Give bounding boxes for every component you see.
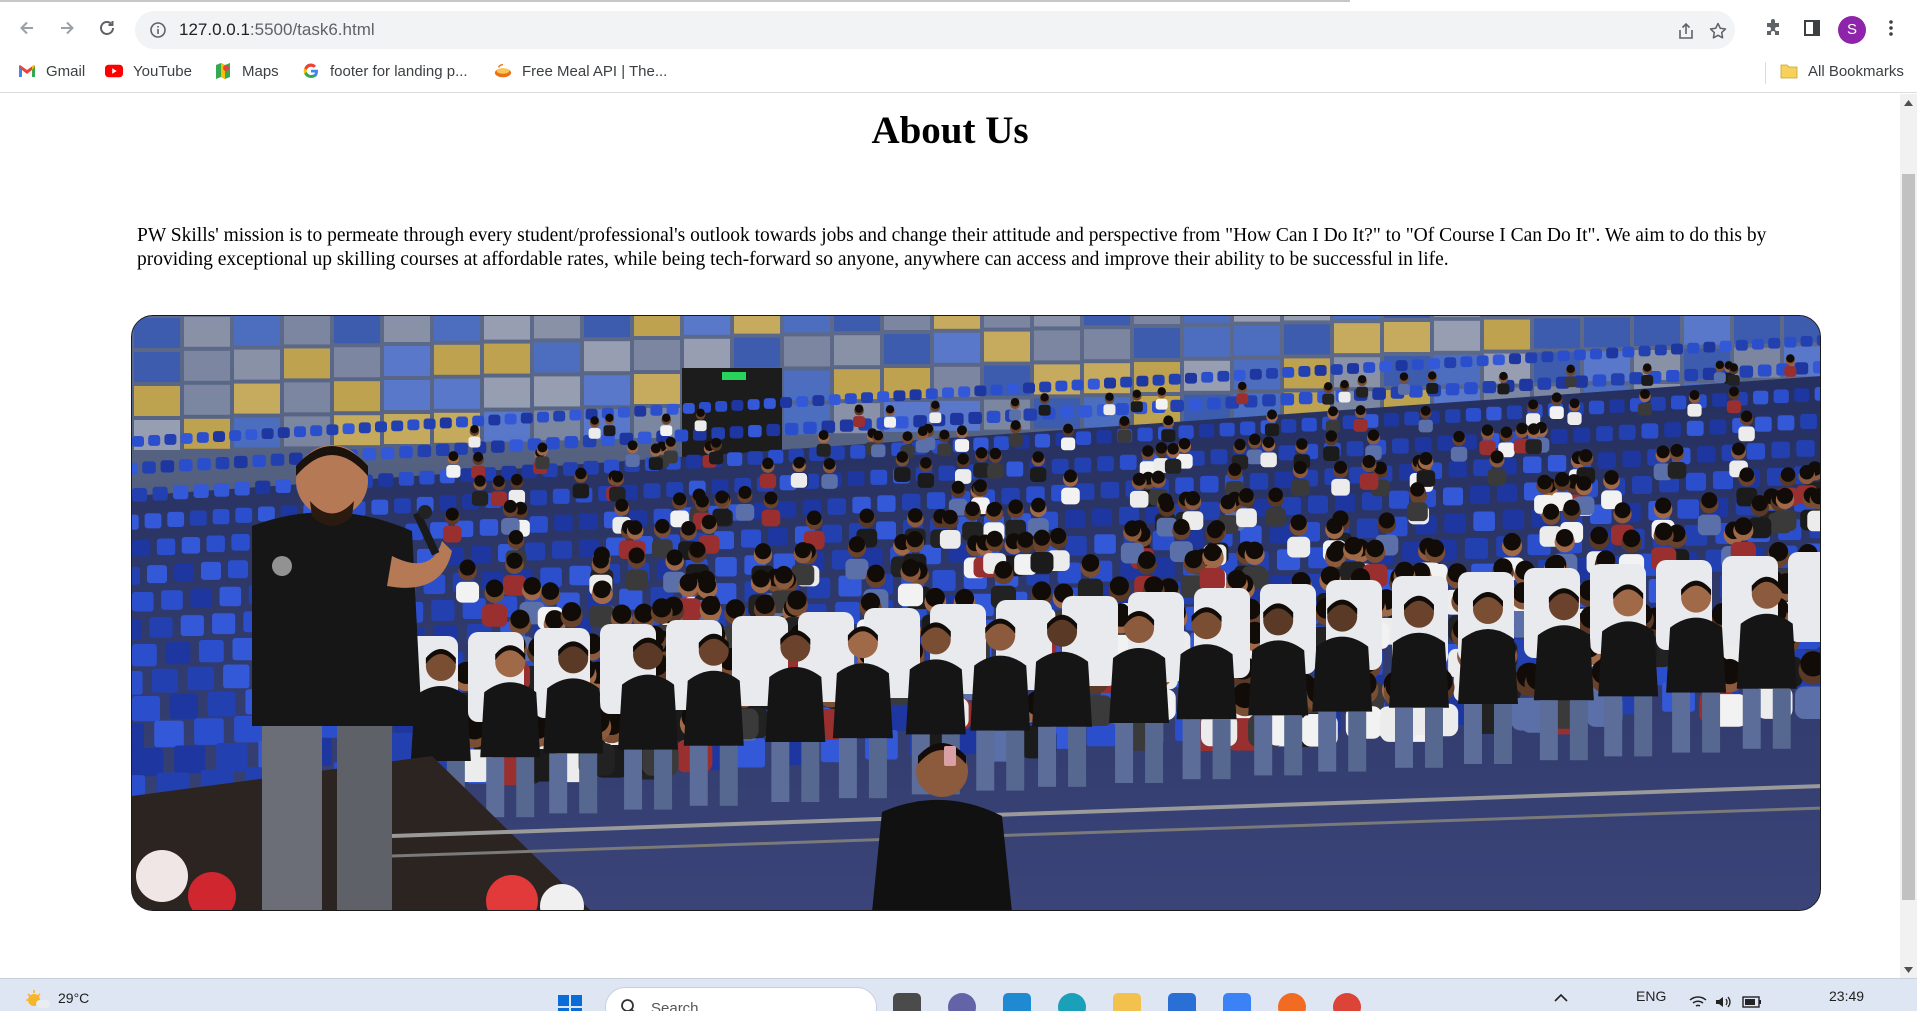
forward-button[interactable] <box>52 13 82 43</box>
scroll-thumb[interactable] <box>1902 174 1915 900</box>
all-bookmarks-button[interactable]: All Bookmarks <box>1780 59 1904 83</box>
teams-icon[interactable] <box>948 993 976 1011</box>
windows-start-icon[interactable] <box>556 993 584 1011</box>
file-explorer-icon[interactable] <box>1113 993 1141 1011</box>
bookmark-footer[interactable]: footer for landing p... <box>302 59 468 83</box>
wifi-icon[interactable] <box>1688 995 1708 1009</box>
vscode-icon[interactable] <box>1003 993 1031 1011</box>
url-host: 127.0.0.1 <box>179 20 250 39</box>
clock-time[interactable]: 23:49 <box>1829 988 1864 1004</box>
loading-bar <box>0 0 1350 2</box>
profile-avatar[interactable]: S <box>1838 16 1866 44</box>
auditorium-photo <box>132 316 1820 910</box>
back-button[interactable] <box>12 13 42 43</box>
chevron-up-icon[interactable] <box>1553 993 1569 1003</box>
arrow-left-icon <box>20 21 33 35</box>
url-text[interactable]: 127.0.0.1:5500/task6.html <box>179 11 375 49</box>
gmail-icon <box>18 62 36 80</box>
chrome-icon[interactable] <box>1333 993 1361 1011</box>
scroll-up-button[interactable] <box>1900 94 1917 111</box>
share-icon[interactable] <box>1675 20 1697 42</box>
reload-icon <box>100 21 114 35</box>
bookmark-youtube[interactable]: YouTube <box>105 59 192 83</box>
maps-icon <box>214 62 232 80</box>
arrow-right-icon <box>61 21 74 35</box>
youtube-icon <box>105 62 123 80</box>
scroll-down-button[interactable] <box>1900 961 1917 978</box>
search-placeholder: Search <box>651 1000 699 1011</box>
meal-icon <box>494 62 512 80</box>
browser-toolbar: 127.0.0.1:5500/task6.html S <box>0 4 1917 50</box>
triangle-down-icon <box>1904 966 1913 973</box>
vertical-scrollbar[interactable] <box>1900 94 1917 978</box>
task-view-icon[interactable] <box>893 993 921 1011</box>
bookmark-gmail[interactable]: Gmail <box>18 59 85 83</box>
bookmark-label: Maps <box>242 62 279 80</box>
bookmark-label: footer for landing p... <box>330 62 468 80</box>
microsoft-store-icon[interactable] <box>1168 993 1196 1011</box>
weather-sun-icon <box>26 990 50 1008</box>
bookmark-label: Gmail <box>46 62 86 80</box>
bookmark-label: Free Meal API | The... <box>522 62 668 80</box>
google-icon <box>302 62 320 80</box>
site-info-icon[interactable] <box>149 21 167 39</box>
browser-chrome: 127.0.0.1:5500/task6.html S Gmail YouTub… <box>0 0 1917 93</box>
search-icon <box>621 999 635 1011</box>
temperature-text: 29°C <box>58 990 90 1006</box>
language-indicator[interactable]: ENG <box>1636 988 1666 1004</box>
bookmarks-bar: Gmail YouTube Maps footer for landing p.… <box>0 54 1917 88</box>
exit-sign <box>722 372 746 380</box>
folder-icon <box>1780 62 1798 80</box>
edge-icon[interactable] <box>1058 993 1086 1011</box>
bookmark-star-icon[interactable] <box>1707 20 1729 42</box>
tab-strip <box>0 0 1917 2</box>
bookmarks-separator <box>1765 62 1766 84</box>
side-panel-icon[interactable] <box>1798 14 1826 42</box>
bookmark-free-meal-api[interactable]: Free Meal API | The... <box>494 59 667 83</box>
bookmark-maps[interactable]: Maps <box>214 59 279 83</box>
app-icon[interactable] <box>1223 993 1251 1011</box>
page-title: About Us <box>871 109 1029 152</box>
battery-icon[interactable] <box>1742 996 1762 1008</box>
all-bookmarks-label: All Bookmarks <box>1808 62 1904 80</box>
taskbar-search[interactable]: Search <box>605 987 877 1011</box>
hero-image <box>131 315 1821 911</box>
firefox-icon[interactable] <box>1278 993 1306 1011</box>
weather-widget[interactable]: 29°C <box>24 988 89 1008</box>
about-paragraph: PW Skills' mission is to permeate throug… <box>137 225 1767 270</box>
reload-button[interactable] <box>92 13 122 43</box>
extensions-icon[interactable] <box>1759 14 1787 42</box>
volume-icon[interactable] <box>1714 995 1732 1009</box>
page-viewport: About Us PW Skills' mission is to permea… <box>0 94 1900 978</box>
kebab-menu-icon[interactable] <box>1877 14 1905 42</box>
triangle-up-icon <box>1904 99 1913 106</box>
windows-taskbar: 29°C Search ENG 23:49 <box>0 978 1917 1011</box>
bookmark-label: YouTube <box>133 62 192 80</box>
url-path: :5500/task6.html <box>249 20 375 39</box>
address-bar[interactable]: 127.0.0.1:5500/task6.html <box>135 11 1735 49</box>
